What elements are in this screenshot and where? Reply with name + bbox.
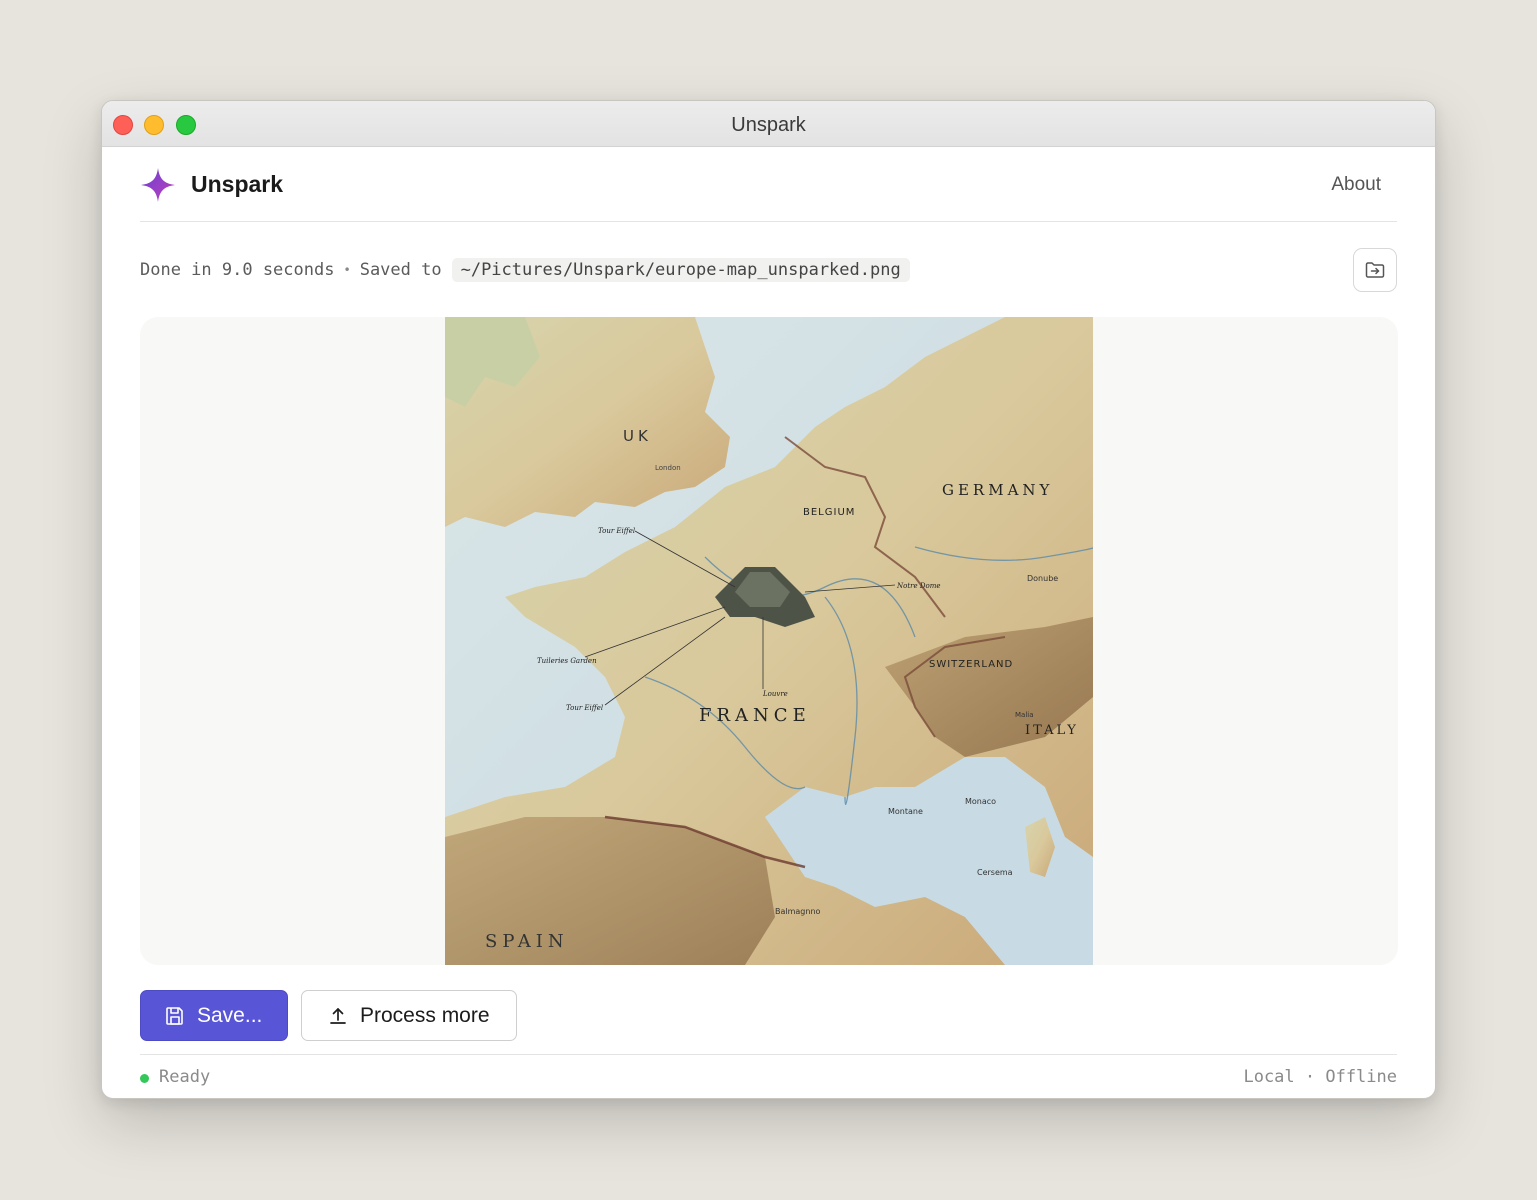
about-link[interactable]: About: [1331, 174, 1381, 196]
status-bar: Ready Local · Offline: [140, 1054, 1397, 1098]
map-label-malia: Malia: [1015, 711, 1034, 719]
save-button-label: Save...: [197, 1003, 263, 1027]
folder-open-icon: [1365, 262, 1385, 278]
ready-status: Ready: [159, 1067, 211, 1087]
app-header: Unspark About: [140, 147, 1397, 222]
sparkle-icon: [141, 168, 175, 202]
map-label-tuileries: Tuileries Garden: [537, 657, 597, 665]
action-bar: Save... Process more: [140, 990, 517, 1042]
map-label-germany: GERMANY: [942, 481, 1053, 499]
window-title: Unspark: [731, 114, 806, 136]
status-indicator: [140, 1074, 149, 1083]
image-preview: UK London GERMANY BELGIUM FRANCE SWITZER…: [140, 317, 1398, 965]
map-label-london: London: [655, 464, 681, 472]
saved-prefix: Saved to: [359, 260, 442, 280]
map-label-uk: UK: [623, 427, 652, 445]
brand-name: Unspark: [191, 171, 284, 197]
title-bar[interactable]: Unspark: [102, 101, 1435, 147]
process-more-button[interactable]: Process more: [301, 990, 517, 1041]
map-label-cersema: Cersema: [977, 868, 1013, 877]
open-folder-button[interactable]: [1353, 248, 1397, 292]
save-button[interactable]: Save...: [140, 990, 288, 1041]
app-window: Unspark Unspark About Done in 9.0 second…: [101, 100, 1436, 1099]
map-label-belgium: BELGIUM: [803, 507, 855, 518]
map-label-donube: Donube: [1027, 574, 1058, 583]
process-more-label: Process more: [360, 1003, 490, 1027]
map-label-tour-eiffel-1: Tour Eiffel: [598, 527, 635, 535]
map-label-montane: Montane: [888, 807, 923, 816]
done-text: Done in 9.0 seconds: [140, 260, 335, 280]
saved-path: ~/Pictures/Unspark/europe-map_unsparked.…: [451, 258, 910, 282]
map-label-italy: ITALY: [1025, 723, 1079, 738]
map-label-notre-dome: Notre Dome: [896, 582, 940, 590]
map-label-louvre: Louvre: [762, 690, 788, 698]
map-label-spain: SPAIN: [485, 931, 569, 952]
map-label-balmagnno: Balmagnno: [775, 907, 821, 916]
floppy-disk-icon: [166, 1006, 183, 1025]
map-label-monaco: Monaco: [965, 797, 996, 806]
map-label-switzerland: SWITZERLAND: [929, 659, 1013, 670]
upload-icon: [330, 1007, 346, 1024]
map-label-france: FRANCE: [699, 705, 811, 726]
mode-status: Local · Offline: [1243, 1067, 1397, 1087]
result-status: Done in 9.0 seconds • Saved to ~/Picture…: [140, 257, 910, 283]
map-label-tour-eiffel-2: Tour Eiffel: [566, 704, 603, 712]
separator-dot: •: [343, 263, 351, 277]
result-image: UK London GERMANY BELGIUM FRANCE SWITZER…: [445, 317, 1093, 965]
